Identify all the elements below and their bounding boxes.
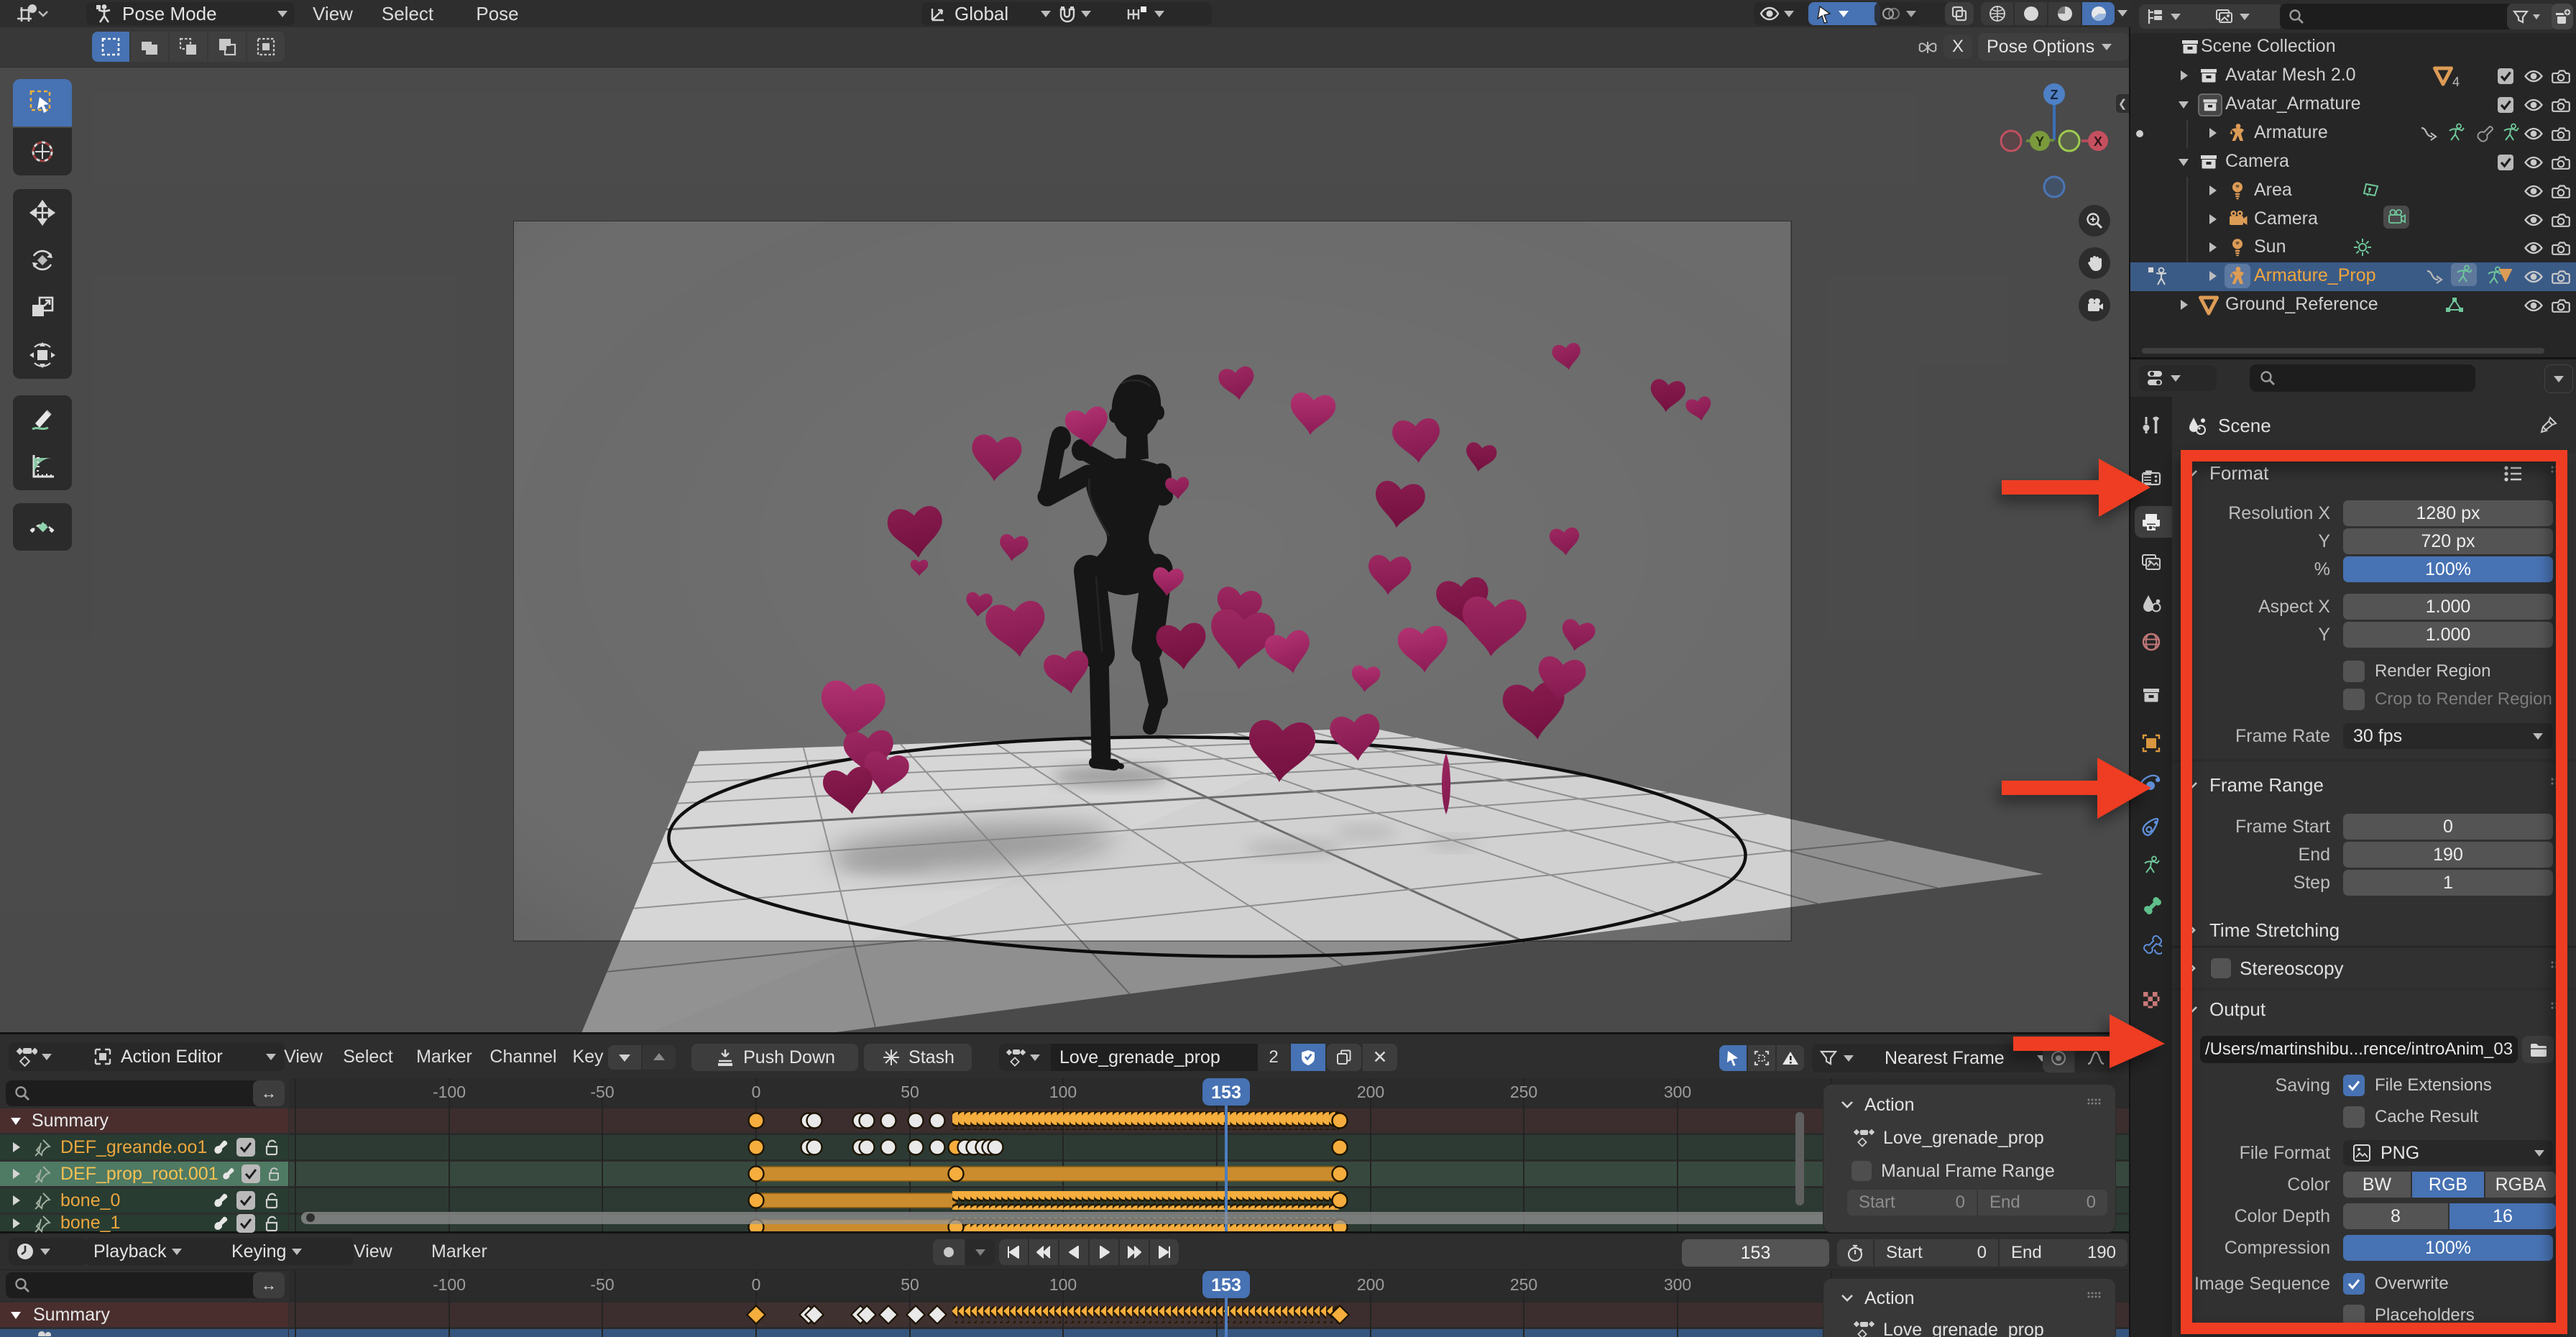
svg-text:-100: -100 [433, 1083, 466, 1101]
svg-text:250: 250 [1510, 1275, 1537, 1294]
svg-text:Z: Z [2051, 88, 2058, 102]
svg-text:100: 100 [1049, 1275, 1077, 1294]
svg-text:-100: -100 [433, 1275, 466, 1294]
svg-text:50: 50 [901, 1083, 919, 1101]
svg-text:153: 153 [1211, 1083, 1241, 1103]
svg-text:200: 200 [1357, 1275, 1384, 1294]
svg-text:Y: Y [2036, 134, 2044, 149]
svg-text:100: 100 [1049, 1083, 1077, 1101]
svg-text:50: 50 [901, 1275, 919, 1294]
svg-text:300: 300 [1664, 1275, 1691, 1294]
svg-text:153: 153 [1211, 1275, 1241, 1295]
svg-text:300: 300 [1664, 1083, 1691, 1101]
svg-text:0: 0 [752, 1275, 761, 1294]
svg-text:200: 200 [1357, 1083, 1384, 1101]
svg-text:-50: -50 [590, 1275, 614, 1294]
svg-text:0: 0 [752, 1083, 761, 1101]
svg-text:X: X [2094, 134, 2102, 149]
svg-text:250: 250 [1510, 1083, 1537, 1101]
svg-text:-50: -50 [590, 1083, 614, 1101]
